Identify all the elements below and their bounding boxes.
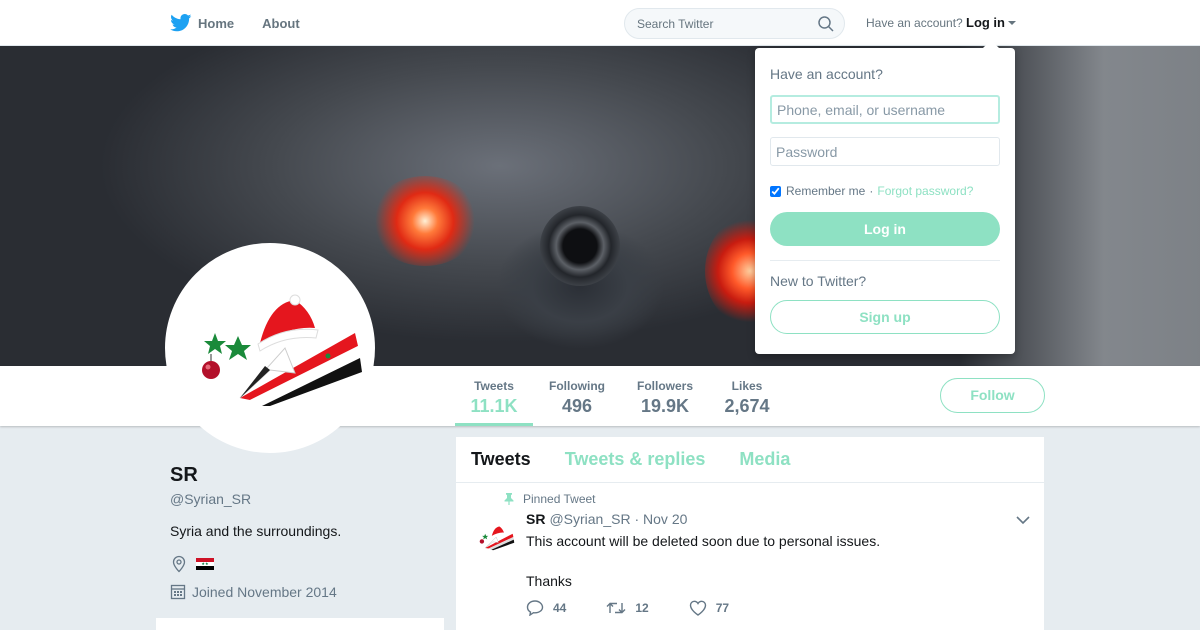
like-button[interactable]: 77 (689, 600, 729, 616)
banner-red-light-left (370, 176, 480, 266)
stat-followers[interactable]: Followers 19.9K (628, 366, 702, 426)
reply-icon (526, 600, 544, 616)
password-field[interactable] (770, 137, 1000, 166)
tweet-author-name[interactable]: SR (526, 511, 545, 527)
stat-following-value: 496 (561, 396, 593, 416)
retweet-count: 12 (635, 601, 649, 615)
retweet-button[interactable]: 12 (606, 600, 649, 616)
profile-handle: @Syrian_SR (170, 491, 252, 507)
tab-tweets-replies[interactable]: Tweets & replies (565, 449, 706, 470)
profile-location: ★★ (170, 555, 214, 573)
tab-tweets[interactable]: Tweets (471, 449, 531, 470)
follow-button[interactable]: Follow (940, 378, 1045, 413)
dropdown-divider (770, 260, 1000, 261)
tweet-actions: 44 12 77 (526, 600, 769, 616)
retweet-icon (606, 602, 626, 614)
pinned-indicator: Pinned Tweet (504, 492, 596, 506)
chevron-down-icon[interactable] (1016, 515, 1030, 525)
search-icon[interactable] (818, 16, 834, 32)
tweet-text-line2: Thanks (526, 573, 572, 589)
stat-following-label: Following (549, 379, 605, 393)
reply-button[interactable]: 44 (526, 600, 566, 616)
login-menu-link[interactable]: Log in (966, 15, 1005, 30)
login-dropdown: Have an account? Remember me · Forgot pa… (755, 40, 1015, 354)
sidebar-card (156, 618, 444, 630)
heart-icon (689, 600, 706, 616)
banner-lens-shape (540, 206, 620, 286)
pinned-label: Pinned Tweet (523, 492, 596, 506)
username-field[interactable] (770, 95, 1000, 124)
timeline: Tweets Tweets & replies Media Pinned Twe… (456, 437, 1044, 630)
twitter-bird-icon (170, 14, 192, 32)
forgot-password-link[interactable]: Forgot password? (877, 184, 973, 198)
login-dropdown-title: Have an account? (770, 66, 883, 82)
have-account-text: Have an account? (866, 16, 963, 30)
reply-count: 44 (553, 601, 567, 615)
remember-separator: · (869, 184, 874, 198)
top-navigation: Home About Search Twitter Have an accoun… (0, 0, 1200, 46)
stat-following[interactable]: Following 496 (540, 366, 614, 426)
nav-home[interactable]: Home (170, 14, 234, 32)
login-button[interactable]: Log in (770, 212, 1000, 246)
tweet-date[interactable]: · Nov 20 (634, 511, 687, 527)
signup-button[interactable]: Sign up (770, 300, 1000, 334)
tweet-text: This account will be deleted soon due to… (526, 531, 880, 591)
nav-home-label: Home (198, 15, 235, 31)
new-to-twitter-text: New to Twitter? (770, 273, 867, 289)
stat-followers-value: 19.9K (640, 396, 690, 416)
timeline-tabs: Tweets Tweets & replies Media (456, 437, 1044, 483)
tweet-text-line1: This account will be deleted soon due to… (526, 533, 881, 549)
caret-down-icon[interactable] (1008, 21, 1016, 25)
remember-me-checkbox[interactable] (770, 185, 781, 197)
remember-me-row: Remember me · Forgot password? (770, 184, 973, 198)
search-placeholder: Search Twitter (637, 17, 714, 31)
location-pin-icon (172, 555, 186, 573)
nav-about[interactable]: About (262, 16, 300, 31)
profile-bio: Syria and the surroundings. (170, 523, 342, 539)
stat-tweets-label: Tweets (474, 379, 514, 393)
stat-followers-label: Followers (636, 379, 693, 393)
tab-media[interactable]: Media (739, 449, 790, 470)
profile-joined: Joined November 2014 (170, 584, 337, 600)
tweet-header: SR @Syrian_SR · Nov 20 (526, 511, 687, 527)
tweet-avatar-jet-logo (479, 526, 515, 551)
stat-tweets-value: 11.1K (470, 396, 518, 416)
profile-joined-text: Joined November 2014 (192, 584, 337, 600)
syria-flag-icon: ★★ (196, 558, 214, 570)
pin-icon (504, 493, 514, 505)
remember-me-label[interactable]: Remember me (786, 184, 865, 198)
avatar-jet-logo (202, 294, 362, 406)
profile-avatar[interactable] (165, 243, 375, 453)
tweet-avatar[interactable] (472, 515, 516, 559)
stat-likes-label: Likes (731, 379, 763, 393)
tweet-author-handle[interactable]: @Syrian_SR (549, 511, 630, 527)
calendar-icon (170, 584, 186, 600)
profile-name: SR (170, 464, 198, 486)
stat-likes-value: 2,674 (724, 396, 770, 416)
nav-about-label: About (262, 15, 300, 31)
stat-likes[interactable]: Likes 2,674 (716, 366, 778, 426)
like-count: 77 (715, 601, 730, 615)
stat-tweets[interactable]: Tweets 11.1K (455, 366, 533, 426)
search-input[interactable]: Search Twitter (624, 8, 845, 39)
